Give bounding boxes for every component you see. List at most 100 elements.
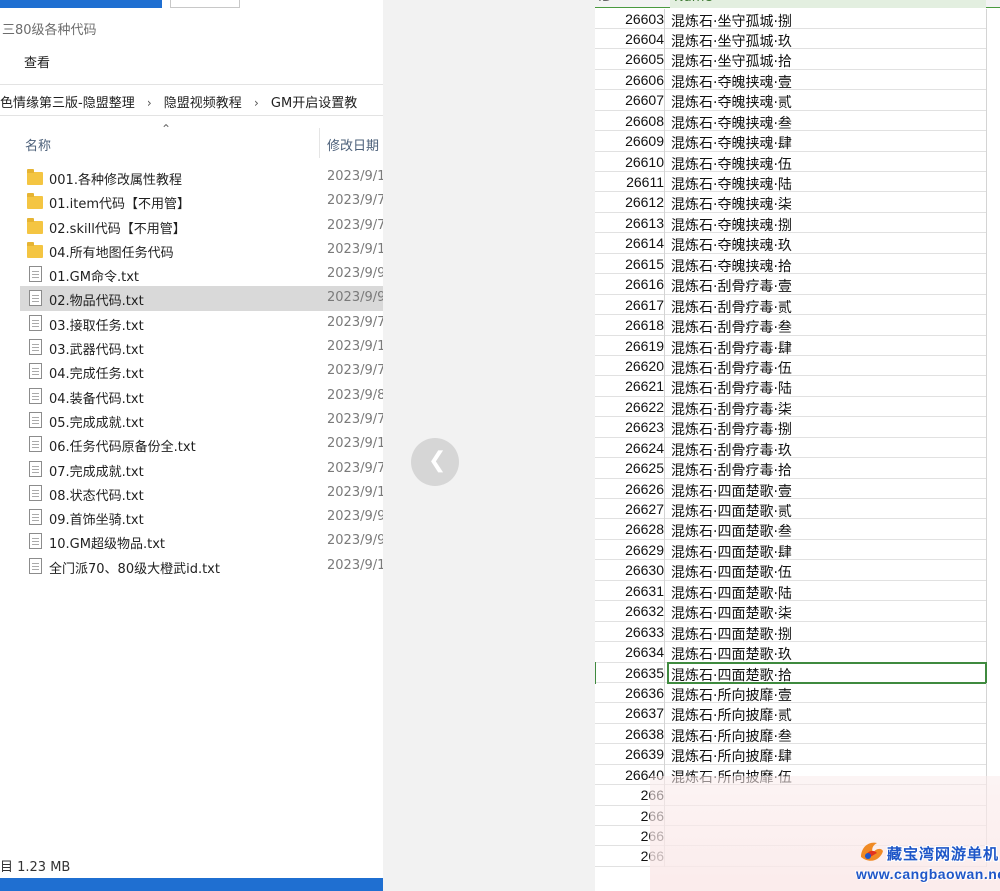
file-item[interactable]: 01.GM命令.txt 2023/9/9: [20, 262, 383, 286]
cell-name[interactable]: 混炼石·夺魄挟魂·叁: [671, 113, 792, 133]
cell-id[interactable]: 26637: [595, 703, 665, 724]
filter-dropdown-icon[interactable]: ▾: [653, 0, 658, 1]
sheet-row[interactable]: 26617 混炼石·刮骨疗毒·贰: [595, 294, 987, 316]
cell-id[interactable]: 26629: [595, 539, 665, 561]
cell-id[interactable]: 26610: [595, 151, 665, 172]
sheet-row[interactable]: 26605 混炼石·坐守孤城·拾: [595, 49, 987, 70]
sheet-row[interactable]: 26611 混炼石·夺魄挟魂·陆: [595, 172, 987, 194]
sheet-row[interactable]: 26634 混炼石·四面楚歌·玖: [595, 642, 987, 663]
sheet-row[interactable]: 26633 混炼石·四面楚歌·捌: [595, 621, 987, 644]
breadcrumb-item[interactable]: GM开启设置教: [271, 92, 357, 111]
column-header-name[interactable]: 名称: [25, 135, 51, 154]
cell-name[interactable]: 混炼石·夺魄挟魂·拾: [671, 256, 792, 276]
cell-id[interactable]: 26636: [595, 682, 665, 704]
cell-name[interactable]: 混炼石·夺魄挟魂·伍: [671, 154, 792, 174]
cell-name[interactable]: 混炼石·刮骨疗毒·壹: [671, 276, 792, 296]
file-item[interactable]: 02.物品代码.txt 2023/9/9: [20, 286, 383, 311]
cell-id[interactable]: 26633: [595, 621, 665, 643]
sheet-row[interactable]: 26621 混炼石·刮骨疗毒·陆: [595, 376, 987, 397]
sheet-row[interactable]: 26609 混炼石·夺魄挟魂·肆: [595, 131, 987, 152]
cell-name[interactable]: 混炼石·四面楚歌·贰: [671, 501, 792, 521]
sheet-row[interactable]: 26627 混炼石·四面楚歌·贰: [595, 499, 987, 521]
sheet-row[interactable]: 26614 混炼石·夺魄挟魂·玖: [595, 233, 987, 254]
cell-id[interactable]: 26624: [595, 437, 665, 459]
sheet-row[interactable]: 26603 混炼石·坐守孤城·捌: [595, 8, 987, 31]
sheet-row[interactable]: 26626 混炼石·四面楚歌·壹: [595, 478, 987, 501]
address-bar[interactable]: 色情缘第三版-隐盟整理 › 隐盟视频教程 › GM开启设置教: [0, 84, 383, 116]
sheet-row[interactable]: 26632 混炼石·四面楚歌·柒: [595, 601, 987, 623]
cell-name[interactable]: 混炼石·刮骨疗毒·柒: [671, 399, 792, 419]
cell-id[interactable]: 26628: [595, 519, 665, 540]
cell-id[interactable]: 26609: [595, 131, 665, 152]
sheet-row[interactable]: 26623 混炼石·刮骨疗毒·捌: [595, 417, 987, 438]
cell-id[interactable]: 26603: [595, 8, 665, 29]
cell-name[interactable]: 混炼石·四面楚歌·壹: [671, 481, 792, 501]
sheet-row[interactable]: 26613 混炼石·夺魄挟魂·捌: [595, 212, 987, 235]
cell-id[interactable]: 26615: [595, 253, 665, 275]
sheet-row[interactable]: 26638 混炼石·所向披靡·叁: [595, 723, 987, 745]
folder-item[interactable]: 04.所有地图任务代码 2023/9/1: [20, 238, 383, 262]
cell-id[interactable]: 26616: [595, 274, 665, 295]
file-item[interactable]: 全门派70、80级大橙武id.txt 2023/9/1: [20, 554, 383, 578]
sheet-row[interactable]: 26604 混炼石·坐守孤城·玖: [595, 28, 987, 51]
folder-item[interactable]: 001.各种修改属性教程 2023/9/1: [20, 165, 383, 189]
cell-id[interactable]: 26630: [595, 560, 665, 581]
cell-id[interactable]: 26605: [595, 49, 665, 70]
cell-name[interactable]: 混炼石·所向披靡·肆: [671, 746, 792, 766]
sheet-row[interactable]: 26636 混炼石·所向披靡·壹: [595, 682, 987, 704]
column-header-date[interactable]: 修改日期: [327, 135, 379, 154]
cell-id[interactable]: 26627: [595, 499, 665, 520]
cell-name[interactable]: 混炼石·四面楚歌·柒: [671, 603, 792, 623]
cell-name[interactable]: 混炼石·刮骨疗毒·叁: [671, 317, 792, 337]
cell-id[interactable]: 26618: [595, 315, 665, 336]
sheet-row[interactable]: 26629 混炼石·四面楚歌·肆: [595, 539, 987, 561]
cell-name[interactable]: 混炼石·夺魄挟魂·壹: [671, 72, 792, 92]
cell-id[interactable]: 26614: [595, 233, 665, 254]
cell-id[interactable]: 26632: [595, 601, 665, 622]
cell-id[interactable]: 26604: [595, 28, 665, 50]
sheet-row[interactable]: 26630 混炼石·四面楚歌·伍: [595, 560, 987, 582]
cell-name[interactable]: 混炼石·坐守孤城·玖: [671, 31, 792, 51]
cell-id[interactable]: 26621: [595, 376, 665, 397]
file-item[interactable]: 06.任务代码原备份全.txt 2023/9/1: [20, 432, 383, 456]
cell-id[interactable]: 26639: [595, 744, 665, 765]
sheet-row[interactable]: 26612 混炼石·夺魄挟魂·柒: [595, 192, 987, 213]
file-item[interactable]: 09.首饰坐骑.txt 2023/9/9: [20, 505, 383, 529]
sheet-row[interactable]: 26628 混炼石·四面楚歌·叁: [595, 519, 987, 540]
cell-name[interactable]: 混炼石·四面楚歌·伍: [671, 562, 792, 582]
cell-id[interactable]: 26622: [595, 396, 665, 418]
sheet-row[interactable]: 26635 混炼石·四面楚歌·拾: [595, 661, 987, 684]
cell-id[interactable]: 26617: [595, 294, 665, 316]
folder-item[interactable]: 02.skill代码【不用管】 2023/9/7: [20, 214, 383, 238]
cell-name[interactable]: 混炼石·刮骨疗毒·拾: [671, 460, 792, 480]
file-item[interactable]: 10.GM超级物品.txt 2023/9/9: [20, 529, 383, 553]
folder-item[interactable]: 01.item代码【不用管】 2023/9/7: [20, 189, 383, 213]
cell-id[interactable]: 26634: [595, 642, 665, 663]
sheet-row[interactable]: 26606 混炼石·夺魄挟魂·壹: [595, 69, 987, 92]
sheet-row[interactable]: 26610 混炼石·夺魄挟魂·伍: [595, 151, 987, 174]
sheet-row[interactable]: 26608 混炼石·夺魄挟魂·叁: [595, 110, 987, 133]
cell-id[interactable]: 26612: [595, 192, 665, 213]
cell-name[interactable]: 混炼石·坐守孤城·捌: [671, 11, 792, 31]
file-item[interactable]: 04.完成任务.txt 2023/9/7: [20, 359, 383, 383]
cell-id[interactable]: 26623: [595, 417, 665, 438]
sheet-row[interactable]: 26637 混炼石·所向披靡·贰: [595, 703, 987, 725]
cell-name[interactable]: 混炼石·夺魄挟魂·捌: [671, 215, 792, 235]
cell-name[interactable]: 混炼石·夺魄挟魂·陆: [671, 174, 792, 194]
sheet-header-name[interactable]: Name: [670, 0, 986, 8]
sheet-row[interactable]: 26607 混炼石·夺魄挟魂·贰: [595, 90, 987, 112]
cell-name[interactable]: 混炼石·夺魄挟魂·贰: [671, 92, 792, 112]
previous-image-button[interactable]: ❮: [411, 438, 459, 486]
sheet-row[interactable]: 26631 混炼石·四面楚歌·陆: [595, 580, 987, 602]
file-item[interactable]: 04.装备代码.txt 2023/9/8: [20, 384, 383, 408]
sheet-row[interactable]: 26620 混炼石·刮骨疗毒·伍: [595, 355, 987, 377]
sheet-row[interactable]: 26622 混炼石·刮骨疗毒·柒: [595, 396, 987, 419]
breadcrumb-item[interactable]: 色情缘第三版-隐盟整理: [0, 92, 135, 111]
cell-id[interactable]: 26619: [595, 335, 665, 356]
cell-name[interactable]: 混炼石·四面楚歌·捌: [671, 624, 792, 644]
sheet-row[interactable]: 26616 混炼石·刮骨疗毒·壹: [595, 274, 987, 296]
cell-name[interactable]: 混炼石·刮骨疗毒·玖: [671, 440, 792, 460]
cell-id[interactable]: 26626: [595, 478, 665, 499]
cell-name[interactable]: 混炼石·所向披靡·贰: [671, 705, 792, 725]
ribbon-tab-view[interactable]: 查看: [24, 52, 50, 71]
